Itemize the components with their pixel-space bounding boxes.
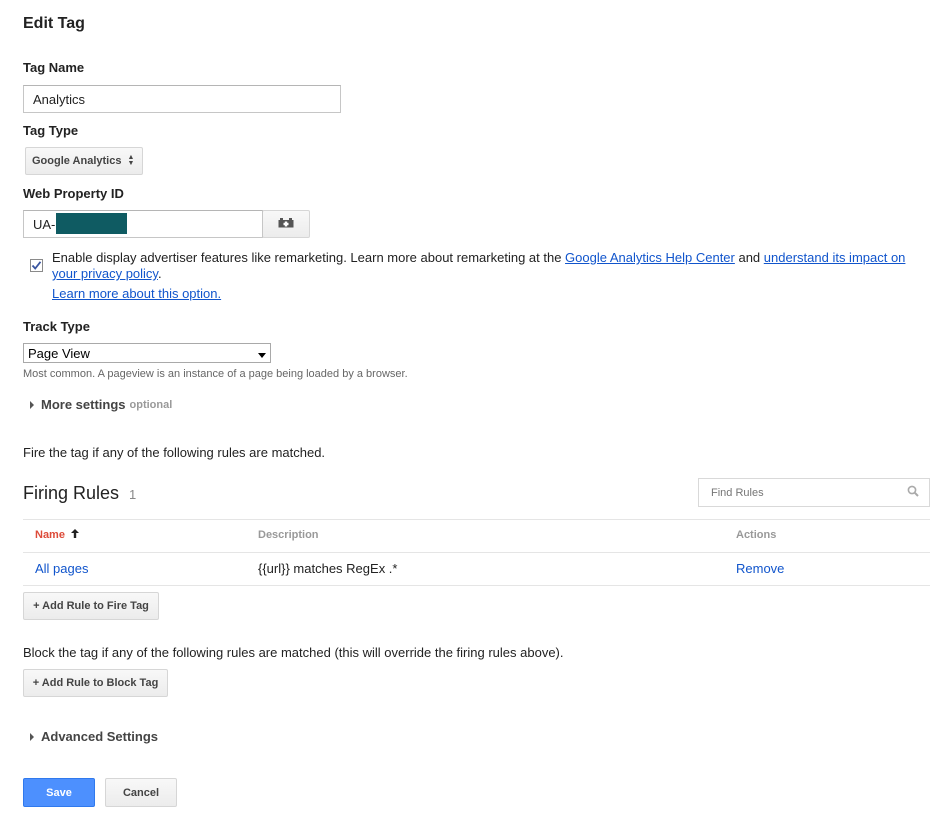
more-settings-toggle[interactable]: More settings optional (30, 397, 172, 412)
search-icon (907, 485, 919, 500)
cancel-button[interactable]: Cancel (105, 778, 177, 807)
tag-type-value: Google Analytics (32, 155, 122, 167)
tag-name-input[interactable] (23, 85, 341, 113)
find-rules-search[interactable] (698, 478, 930, 507)
block-intro-text: Block the tag if any of the following ru… (23, 645, 564, 660)
expand-triangle-icon (30, 400, 34, 409)
find-rules-input[interactable] (709, 485, 893, 500)
column-header-description: Description (258, 529, 319, 541)
column-header-actions: Actions (736, 529, 777, 541)
table-top-border (23, 519, 930, 520)
fire-intro-text: Fire the tag if any of the following rul… (23, 445, 326, 460)
insert-macro-button[interactable] (262, 210, 310, 238)
redacted-property-id (56, 213, 127, 234)
remove-rule-link[interactable]: Remove (736, 561, 784, 576)
table-bottom-border (23, 585, 930, 586)
updown-arrows-icon: ▲ ▼ (127, 154, 135, 167)
advertiser-text-3: . (157, 266, 162, 281)
advanced-settings-label: Advanced Settings (41, 729, 159, 744)
expand-triangle-icon (30, 732, 34, 741)
firing-rules-count: 1 (129, 487, 137, 502)
tag-name-label: Tag Name (23, 60, 85, 75)
track-type-note: Most common. A pageview is an instance o… (23, 368, 408, 380)
advertiser-features-checkbox[interactable] (30, 259, 43, 272)
macro-brick-icon (278, 217, 294, 231)
firing-rules-title: Firing Rules (23, 483, 120, 503)
learn-more-option-link[interactable]: Learn more about this option. (52, 286, 221, 301)
save-button[interactable]: Save (23, 778, 95, 807)
web-property-label: Web Property ID (23, 186, 124, 201)
optional-tag: optional (129, 398, 173, 411)
tag-type-select[interactable]: Google Analytics ▲ ▼ (25, 147, 143, 175)
more-settings-label: More settings (41, 397, 126, 412)
table-header-border (23, 552, 930, 553)
add-block-rule-button[interactable]: + Add Rule to Block Tag (23, 669, 168, 697)
tag-type-label: Tag Type (23, 123, 79, 138)
track-type-label: Track Type (23, 319, 90, 334)
advertiser-features-text: Enable display advertiser features like … (52, 250, 922, 282)
advertiser-text-1: Enable display advertiser features like … (52, 250, 566, 265)
sort-ascending-icon (70, 529, 79, 541)
advertiser-text-2: and (734, 250, 764, 265)
track-type-value: Page View (28, 345, 90, 361)
page-title: Edit Tag (23, 15, 85, 32)
rule-description: {{url}} matches RegEx .* (258, 561, 398, 576)
checkmark-icon (31, 261, 42, 270)
advanced-settings-toggle[interactable]: Advanced Settings (30, 729, 158, 744)
track-type-select[interactable]: Page View (23, 343, 271, 363)
column-name-label: Name (35, 529, 65, 541)
help-center-link[interactable]: Google Analytics Help Center (565, 250, 735, 265)
column-header-name[interactable]: Name (35, 529, 79, 541)
firing-rules-header: Firing Rules 1 (23, 483, 136, 504)
dropdown-arrow-icon (258, 346, 266, 361)
rule-name-link[interactable]: All pages (35, 561, 88, 576)
add-fire-rule-button[interactable]: + Add Rule to Fire Tag (23, 592, 159, 620)
